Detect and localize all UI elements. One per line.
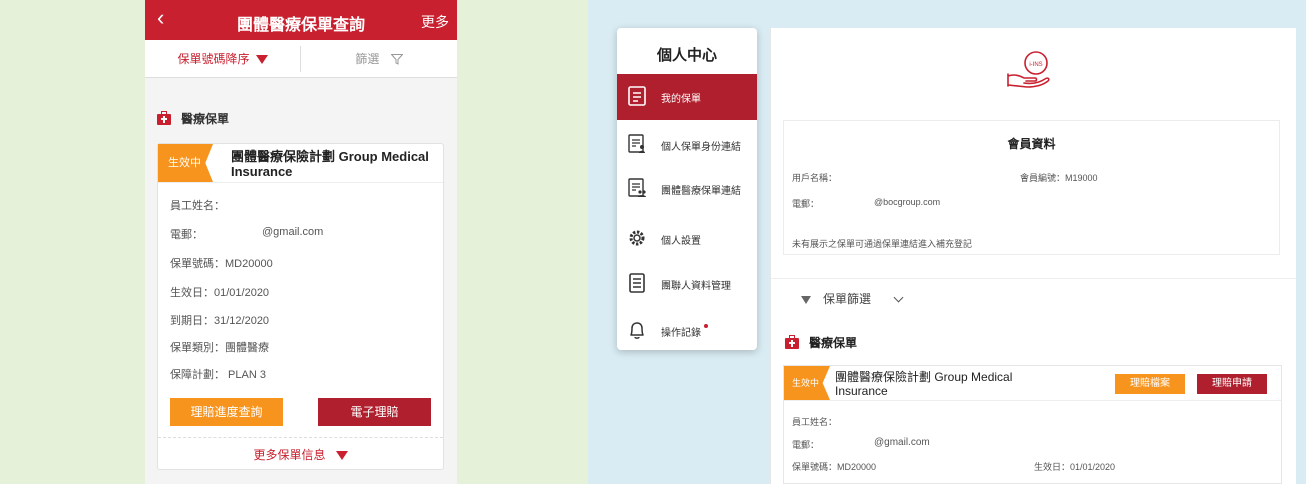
page-title: 團體醫療保單查詢 xyxy=(236,17,365,34)
member-info-card: 會員資料 用戶名稱： 會員編號：M19000 電郵： @bocgroup.com… xyxy=(783,120,1280,255)
sidebar-item-label: 團體醫療保單連結 xyxy=(661,186,741,197)
username-label: 用戶名稱： xyxy=(792,173,838,183)
divider xyxy=(158,437,443,438)
plan-name: 團體醫療保險計劃 Group Medical Insurance xyxy=(231,149,429,179)
member-title: 會員資料 xyxy=(1007,137,1056,151)
member-note: 未有展示之保單可通過保單連結進入補充登記 xyxy=(792,239,973,249)
plan-row: 保障計劃： PLAN 3 xyxy=(170,369,266,381)
medical-kit-icon xyxy=(157,111,171,126)
filter-button[interactable]: 篩選 xyxy=(301,40,457,78)
policy-card[interactable]: 生效中 團體醫療保險計劃 Group Medical Insurance 員工姓… xyxy=(157,143,444,470)
member-number: 會員編號：M19000 xyxy=(1020,173,1098,183)
section-title: 醫療保單 xyxy=(785,334,857,351)
policy-filter-label: 保單篩選 xyxy=(823,292,872,306)
gear-icon xyxy=(629,230,645,246)
filter-icon xyxy=(390,54,404,66)
sidebar-item-label: 我的保單 xyxy=(661,94,701,105)
sidebar-item-label: 個人設置 xyxy=(661,236,701,247)
policy-type-row: 保單類別：團體醫療 xyxy=(170,342,269,354)
claim-documents-button[interactable]: 理賠檔案 xyxy=(1115,374,1185,394)
svg-text:i-INS: i-INS xyxy=(1029,62,1042,68)
medical-kit-icon xyxy=(785,335,799,350)
more-button[interactable]: 更多 xyxy=(421,12,449,32)
sidebar-item-label: 個人保單身份連結 xyxy=(661,142,741,153)
email-row: 電郵： @gmail.com xyxy=(170,226,324,241)
policy-number: 保單號碼：MD20000 xyxy=(792,462,877,472)
section-title-text: 醫療保單 xyxy=(181,112,230,126)
chevron-down-icon xyxy=(893,292,904,303)
sort-down-icon xyxy=(255,55,268,65)
email-value: @gmail.com xyxy=(874,437,930,448)
mobile-header: ‹ 團體醫療保單查詢 更多 xyxy=(145,0,457,40)
bell-icon xyxy=(630,322,644,339)
sidebar-menu: 個人中心 我的保單 個人保單身份連結 團體醫療保單連結 個人設置 團聯人資料管理… xyxy=(617,28,757,350)
policy-number-row: 保單號碼：MD20000 xyxy=(170,258,273,270)
sidebar-item-activity-log[interactable]: 操作記錄 xyxy=(617,308,757,350)
sidebar-item-settings[interactable]: 個人設置 xyxy=(617,216,757,262)
effective-date-row: 生效日：01/01/2020 xyxy=(170,287,270,299)
divider xyxy=(771,278,1296,279)
filter-icon xyxy=(801,295,811,304)
sidebar-item-label: 團聯人資料管理 xyxy=(661,281,731,292)
sidebar-item-label: 操作記錄 xyxy=(661,324,708,339)
document-user-icon xyxy=(628,134,645,153)
status-badge: 生效中 xyxy=(158,144,213,182)
sort-label: 保單號碼降序 xyxy=(177,52,250,66)
notification-dot xyxy=(704,324,708,328)
more-info-button[interactable]: 更多保單信息 xyxy=(158,446,443,463)
effective-date: 生效日：01/01/2020 xyxy=(1034,462,1116,472)
section-title-text: 醫療保單 xyxy=(809,336,858,350)
section-title: 醫療保單 xyxy=(157,110,229,127)
filter-label: 篩選 xyxy=(355,52,380,66)
sidebar-item-group-link[interactable]: 團體醫療保單連結 xyxy=(617,166,757,212)
sidebar-item-my-policies[interactable]: 我的保單 xyxy=(617,74,757,120)
status-badge: 生效中 xyxy=(784,366,830,400)
sidebar-item-contacts[interactable]: 團聯人資料管理 xyxy=(617,261,757,307)
insurance-hand-icon: i-INS xyxy=(1007,51,1050,88)
main-panel: i-INS 會員資料 用戶名稱： 會員編號：M19000 電郵： @bocgro… xyxy=(770,28,1296,484)
divider xyxy=(784,400,1281,401)
document-icon xyxy=(628,86,646,106)
expiry-date-row: 到期日：31/12/2020 xyxy=(170,315,270,327)
sidebar-item-personal-link[interactable]: 個人保單身份連結 xyxy=(617,122,757,168)
plan-name: 團體醫療保險計劃 Group Medical Insurance xyxy=(835,370,1013,398)
document-group-icon xyxy=(628,178,646,197)
policy-card[interactable]: 生效中 團體醫療保險計劃 Group Medical Insurance 理賠檔… xyxy=(783,365,1282,484)
chevron-down-icon xyxy=(335,451,348,461)
email-label: 電郵： xyxy=(792,199,820,209)
more-info-label: 更多保單信息 xyxy=(253,448,326,462)
staff-name-row: 員工姓名： xyxy=(170,200,225,212)
email-value: @bocgroup.com xyxy=(874,197,941,207)
claim-progress-button[interactable]: 理賠進度查詢 xyxy=(170,398,283,426)
mobile-screen: ‹ 團體醫療保單查詢 更多 保單號碼降序 篩選 醫療保單 生效中 團體醫療保險計… xyxy=(145,0,457,484)
sort-filter-bar: 保單號碼降序 篩選 xyxy=(145,40,457,78)
divider xyxy=(158,182,443,183)
contacts-icon xyxy=(629,273,645,293)
logo: i-INS xyxy=(1005,50,1057,95)
staff-name-label: 員工姓名： xyxy=(792,417,838,427)
sidebar-title: 個人中心 xyxy=(656,47,717,64)
sort-button[interactable]: 保單號碼降序 xyxy=(145,40,300,78)
policy-filter-toggle[interactable]: 保單篩選 xyxy=(801,290,904,307)
claim-apply-button[interactable]: 理賠申請 xyxy=(1197,374,1267,394)
email-label: 電郵： xyxy=(792,440,820,450)
e-claim-button[interactable]: 電子理賠 xyxy=(318,398,431,426)
